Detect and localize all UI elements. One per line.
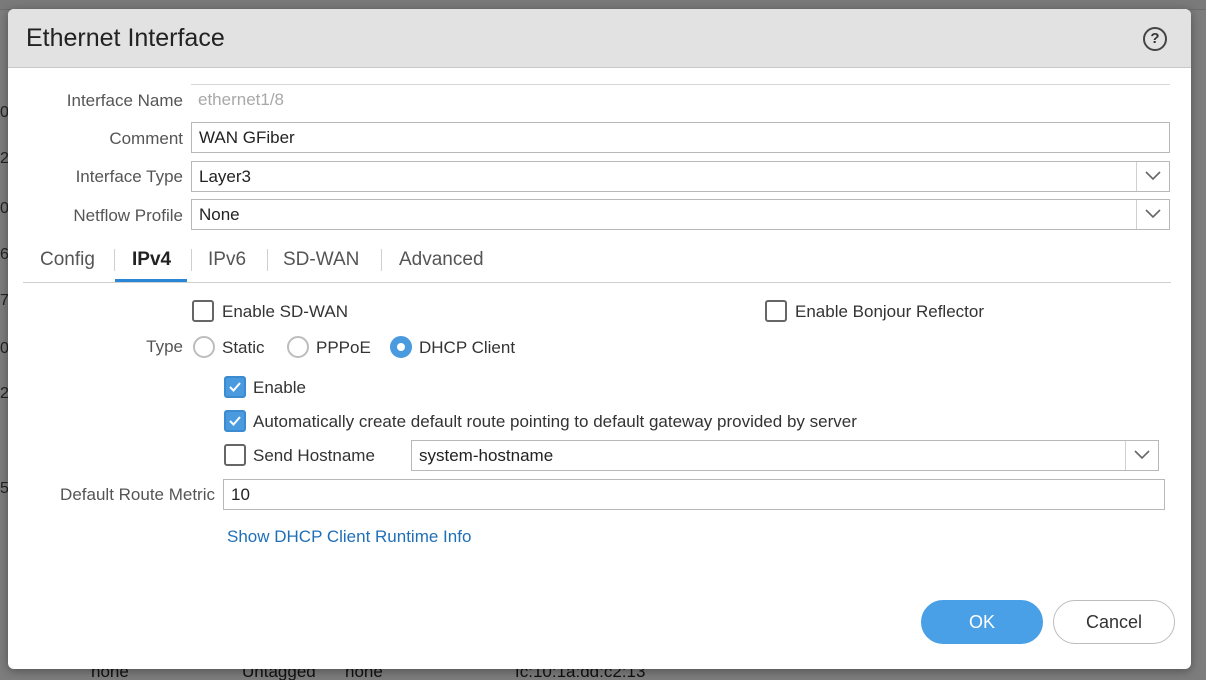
chevron-down-icon[interactable] [1136, 162, 1169, 191]
hostname-select[interactable]: system-hostname [411, 440, 1159, 471]
enable-sdwan-checkbox[interactable] [192, 300, 214, 322]
cancel-button[interactable]: Cancel [1053, 600, 1175, 644]
send-hostname-label: Send Hostname [253, 446, 375, 465]
tab-ipv4[interactable]: IPv4 [132, 249, 171, 271]
tab-divider [267, 249, 268, 271]
interface-name-field: ethernet1/8 [191, 84, 1170, 115]
ethernet-interface-dialog: Ethernet Interface ? Interface Name ethe… [8, 9, 1191, 669]
background-cell: none [91, 669, 129, 680]
enable-sdwan-label: Enable SD-WAN [222, 302, 348, 321]
ok-button[interactable]: OK [921, 600, 1043, 644]
background-cell: 7 [0, 292, 8, 309]
interface-name-label: Interface Name [66, 91, 183, 110]
comment-label: Comment [109, 129, 183, 148]
interface-type-value: Layer3 [199, 167, 251, 186]
tab-config[interactable]: Config [40, 249, 95, 271]
background-cell: fc:10:1a:dd:c2:13 [515, 669, 646, 680]
netflow-profile-label: Netflow Profile [73, 206, 183, 225]
tab-advanced[interactable]: Advanced [399, 249, 484, 271]
enable-bonjour-checkbox[interactable] [765, 300, 787, 322]
comment-input[interactable]: WAN GFiber [191, 122, 1170, 153]
background-cell: 2 [0, 150, 8, 167]
show-dhcp-runtime-info-link[interactable]: Show DHCP Client Runtime Info [227, 527, 471, 547]
auto-default-route-checkbox[interactable] [224, 410, 246, 432]
hostname-value: system-hostname [419, 446, 554, 465]
type-pppoe-label: PPPoE [316, 338, 371, 357]
background-cell: 0 [0, 340, 8, 357]
tab-bar-divider [23, 282, 1171, 283]
tab-divider [114, 249, 115, 271]
background-table-row: none Untagged none fc:10:1a:dd:c2:13 [8, 669, 1198, 680]
dialog-header: Ethernet Interface ? [8, 9, 1191, 68]
interface-type-label: Interface Type [75, 167, 183, 186]
background-cell: 0 [0, 200, 8, 217]
dialog-title: Ethernet Interface [26, 24, 225, 52]
tab-ipv6[interactable]: IPv6 [208, 249, 246, 271]
tab-divider [191, 249, 192, 271]
enable-bonjour-label: Enable Bonjour Reflector [795, 302, 985, 321]
type-label: Type [146, 337, 183, 356]
background-cell: 2 [0, 385, 8, 402]
chevron-down-icon[interactable] [1136, 200, 1169, 229]
type-dhcp-client-radio[interactable] [390, 336, 412, 358]
enable-checkbox[interactable] [224, 376, 246, 398]
send-hostname-checkbox[interactable] [224, 444, 246, 466]
default-route-metric-input[interactable]: 10 [223, 479, 1165, 510]
background-cell: none [345, 669, 383, 680]
background-cell: Untagged [242, 669, 316, 680]
interface-type-select[interactable]: Layer3 [191, 161, 1170, 192]
checkmark-icon [229, 382, 241, 392]
type-dhcp-client-label: DHCP Client [419, 338, 516, 357]
type-static-label: Static [222, 338, 265, 357]
type-static-radio[interactable] [193, 336, 215, 358]
auto-default-route-label: Automatically create default route point… [253, 412, 857, 431]
background-cell: 6 [0, 246, 8, 263]
checkmark-icon [229, 416, 241, 426]
tab-sd-wan[interactable]: SD-WAN [283, 249, 359, 271]
chevron-down-icon[interactable] [1125, 441, 1158, 470]
type-pppoe-radio[interactable] [287, 336, 309, 358]
netflow-profile-select[interactable]: None [191, 199, 1170, 230]
background-cell: 0 [0, 104, 8, 121]
enable-label: Enable [253, 378, 306, 397]
background-cell: 5 [0, 480, 8, 497]
tab-divider [381, 249, 382, 271]
help-icon[interactable]: ? [1143, 27, 1167, 51]
netflow-profile-value: None [199, 205, 240, 224]
default-route-metric-label: Default Route Metric [60, 485, 215, 504]
